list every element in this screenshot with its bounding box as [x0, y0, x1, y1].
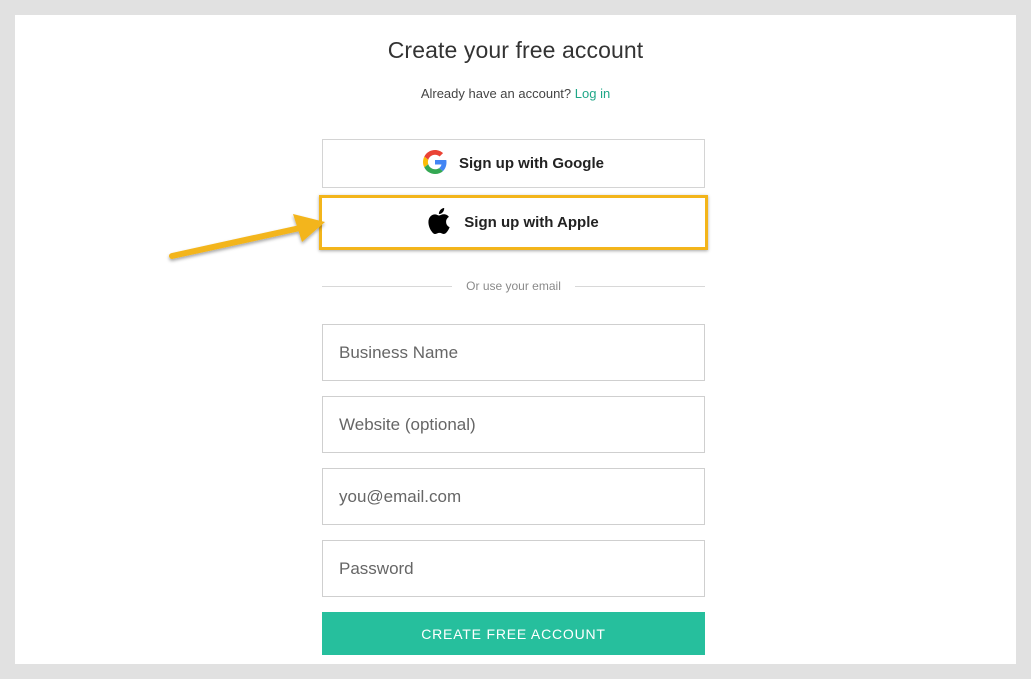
divider-text: Or use your email: [466, 279, 561, 293]
login-prompt-text: Already have an account?: [420, 86, 572, 101]
google-signup-button[interactable]: Sign up with Google: [322, 139, 705, 188]
apple-logo-icon: [428, 207, 450, 238]
website-input[interactable]: [322, 396, 705, 453]
password-input[interactable]: [322, 540, 705, 597]
annotation-arrow-icon: [169, 214, 325, 259]
login-prompt-line: Already have an account? Log in: [15, 86, 1016, 101]
divider-line-right: [574, 285, 706, 287]
google-logo-icon: [423, 149, 447, 178]
create-account-button[interactable]: CREATE FREE ACCOUNT: [322, 612, 705, 655]
apple-signup-label: Sign up with Apple: [464, 214, 599, 231]
google-signup-label: Sign up with Google: [459, 155, 604, 172]
login-link[interactable]: Log in: [575, 86, 610, 101]
divider-line-left: [322, 285, 453, 287]
apple-signup-button[interactable]: Sign up with Apple: [319, 195, 708, 250]
email-divider: Or use your email: [322, 278, 706, 294]
signup-card: Create your free account Already have an…: [15, 15, 1016, 664]
page-title: Create your free account: [387, 37, 644, 63]
business-name-input[interactable]: [322, 324, 705, 381]
email-input[interactable]: [322, 468, 705, 525]
